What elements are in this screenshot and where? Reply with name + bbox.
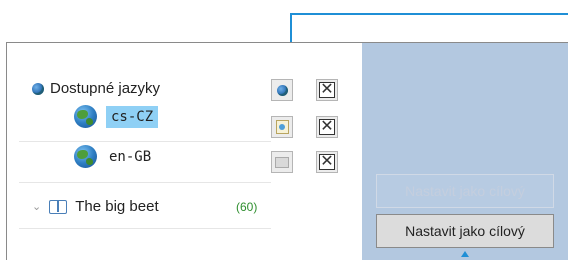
close-icon: ✕ (319, 118, 335, 135)
book-icon (49, 199, 68, 214)
set-as-target-button[interactable]: Nastavit jako cílový (376, 214, 554, 248)
globe-icon (74, 145, 97, 168)
edit-language-button[interactable] (271, 116, 293, 138)
document-icon (275, 156, 289, 168)
language-item-en-gb[interactable]: en-GB (74, 145, 151, 168)
divider (19, 182, 271, 183)
remove-button[interactable]: ✕ (316, 79, 338, 101)
language-panel: Dostupné jazyky cs-CZ en-GB ⌄ The big be… (6, 42, 568, 260)
language-item-cs-cz[interactable]: cs-CZ (74, 105, 159, 128)
globe-icon (32, 82, 44, 95)
document-globe-icon (275, 120, 289, 134)
divider (19, 228, 271, 229)
close-icon: ✕ (319, 153, 335, 170)
callout-arrowhead-up (461, 251, 469, 257)
remove-button[interactable]: ✕ (316, 116, 338, 138)
book-count: (60) (236, 200, 258, 214)
disabled-button[interactable] (271, 151, 293, 173)
book-title: The big beet (75, 198, 159, 215)
language-code: en-GB (109, 148, 152, 165)
remove-button[interactable]: ✕ (316, 151, 338, 173)
language-code: cs-CZ (106, 105, 159, 128)
actions-panel: Nastavit jako cílový Nastavit jako cílov… (362, 43, 568, 260)
set-source-button[interactable] (271, 79, 293, 101)
divider (19, 141, 271, 142)
book-item[interactable]: ⌄ The big beet (32, 198, 159, 215)
globe-icon (276, 84, 288, 96)
close-icon: ✕ (319, 81, 335, 98)
chevron-down-icon[interactable]: ⌄ (32, 200, 41, 213)
globe-icon (74, 105, 97, 128)
callout-arrow-horizontal (290, 13, 568, 15)
tree-root: Dostupné jazyky (32, 80, 160, 97)
set-as-target-button-disabled: Nastavit jako cílový (376, 174, 554, 208)
tree-root-label: Dostupné jazyky (50, 80, 161, 97)
